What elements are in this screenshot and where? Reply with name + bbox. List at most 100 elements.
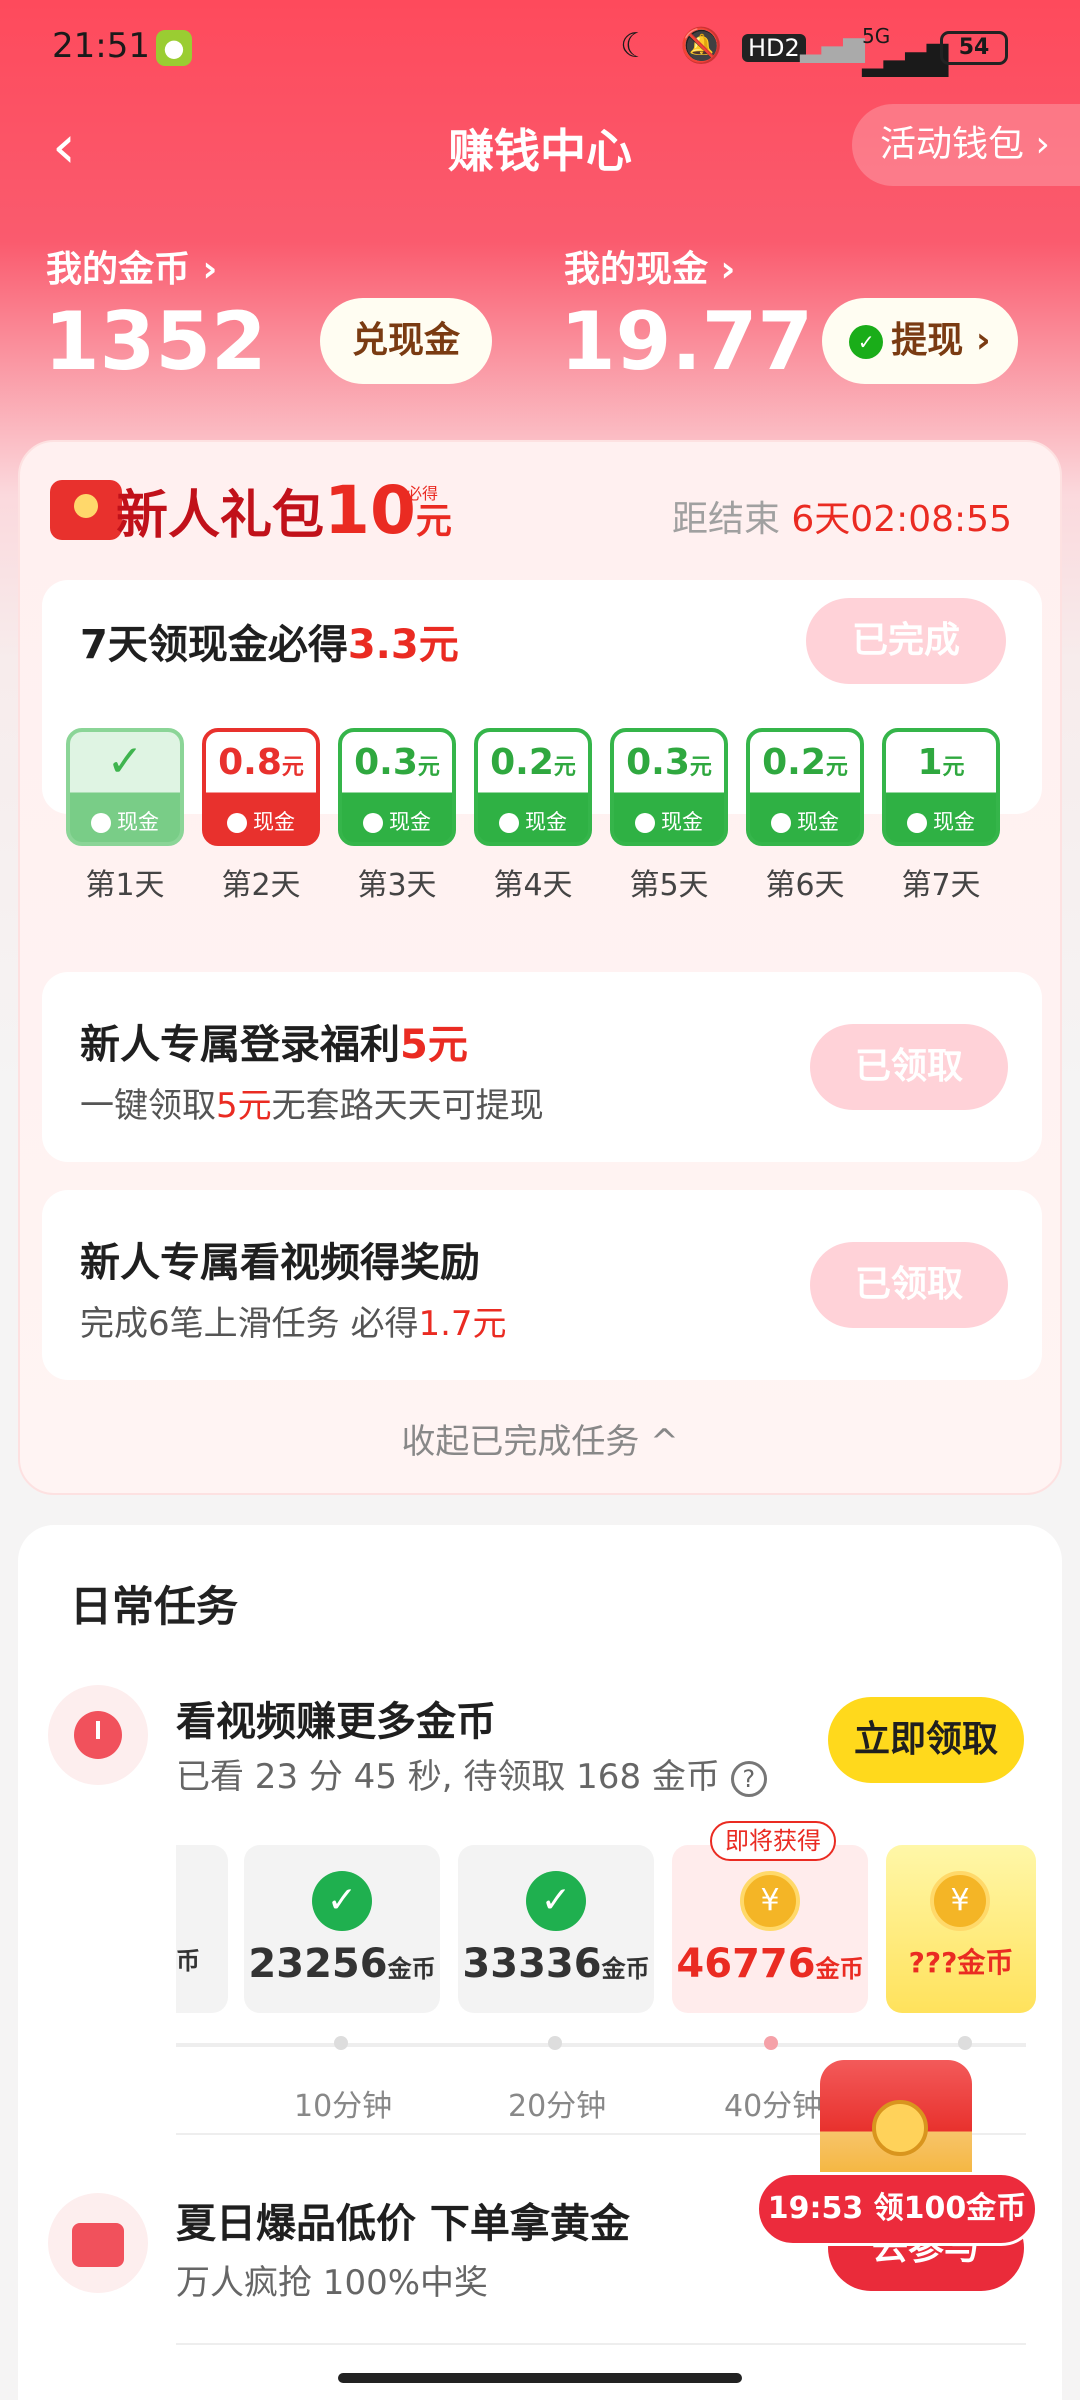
login-bonus-subtitle: 一键领取5元无套路天天可提现 xyxy=(80,1078,544,1127)
wallet-link-label: 活动钱包 xyxy=(880,124,1025,165)
daily-tasks-title: 日常任务 xyxy=(70,1582,239,1631)
gift-box-icon xyxy=(48,2193,148,2293)
timeline-label: 20分钟 xyxy=(508,2089,607,2124)
video-bonus-subtitle: 完成6笔上滑任务 必得1.7元 xyxy=(80,1296,507,1345)
video-task-title: 看视频赚更多金币 xyxy=(176,1699,496,1745)
day-amount: 0.8元 xyxy=(206,742,316,783)
battery-icon: 54 xyxy=(940,31,1008,65)
day-amount-unit: 元 xyxy=(689,755,712,780)
day-label: 第1天 xyxy=(85,868,165,903)
login-sub-suffix: 无套路天天可提现 xyxy=(271,1086,544,1126)
hd-icon: HD2 xyxy=(742,34,806,62)
day-amount-value: 0.3 xyxy=(626,742,690,783)
cash-tag-text: 现金 xyxy=(389,810,431,834)
day-label: 第5天 xyxy=(629,868,709,903)
day-5[interactable]: 0.3元现金第5天 xyxy=(610,728,728,904)
gift-title-prefix: 新人礼包 xyxy=(116,486,325,546)
withdraw-button[interactable]: ✓ 提现 › xyxy=(822,298,1018,384)
cash-tag: 现金 xyxy=(886,806,996,836)
reward-box-3[interactable]: 即将获得 ¥46776金币 xyxy=(672,1821,868,2013)
cash-tag-text: 现金 xyxy=(661,810,703,834)
login-bonus-amount: 5元 xyxy=(400,1022,468,1068)
daily-tasks-card: 日常任务 看视频赚更多金币 已看 23 分 45 秒, 待领取 168 金币 ?… xyxy=(18,1525,1062,2400)
reward-amount: ??? xyxy=(908,1946,958,1979)
timeline-dot xyxy=(764,2036,778,2050)
gift-title: 新人礼包10元 xyxy=(116,472,452,549)
timed-coin-reward-pill[interactable]: 19:53 领100金币 xyxy=(756,2172,1038,2246)
day-1[interactable]: ✓ 现金第1天 xyxy=(66,728,184,904)
video-task-subtitle-text: 已看 23 分 45 秒, 待领取 168 金币 xyxy=(176,1757,720,1797)
login-bonus-title-text: 新人专属登录福利 xyxy=(80,1022,400,1068)
video-bonus-title: 新人专属看视频得奖励 xyxy=(80,1240,480,1286)
video-sub-prefix: 完成6笔上滑任务 必得 xyxy=(80,1304,419,1344)
status-time: 21:51 xyxy=(52,26,150,66)
cash-tag: 现金 xyxy=(750,806,860,836)
help-icon[interactable]: ? xyxy=(730,1760,767,1797)
timeline-dot xyxy=(334,2036,348,2050)
check-circle-icon: ✓ xyxy=(312,1871,372,1931)
login-bonus-claimed-button[interactable]: 已领取 xyxy=(810,1024,1008,1110)
must-get-tag: 必得 xyxy=(406,484,439,503)
cash-tag: 现金 xyxy=(70,806,180,836)
activity-wallet-link[interactable]: 活动钱包 › xyxy=(852,104,1080,186)
video-bonus-card: 新人专属看视频得奖励 完成6笔上滑任务 必得1.7元 已领取 xyxy=(42,1190,1042,1380)
collapse-completed-tasks[interactable]: 收起已完成任务 ^ xyxy=(20,1414,1060,1463)
seven-day-title-text: 7天领现金必得 xyxy=(80,622,348,668)
reward-box-2: ✓ 33336金币 xyxy=(458,1845,654,2013)
login-sub-prefix: 一键领取 xyxy=(80,1086,216,1126)
day-amount-value: 0.3 xyxy=(354,742,418,783)
login-bonus-title: 新人专属登录福利5元 xyxy=(80,1012,468,1070)
reward-unit: 金币 xyxy=(387,1955,436,1983)
day-amount-unit: 元 xyxy=(281,755,304,780)
home-indicator[interactable] xyxy=(338,2373,742,2383)
countdown: 距结束 6天02:08:55 xyxy=(672,490,1012,542)
treasure-chest-icon[interactable] xyxy=(820,2060,972,2190)
day-6[interactable]: 0.2元 现金 第6天 xyxy=(746,728,864,904)
day-2[interactable]: 0.8元 现金 第2天 xyxy=(202,728,320,904)
day-7[interactable]: 1元 现金 第7天 xyxy=(882,728,1000,904)
timeline-dot xyxy=(958,2036,972,2050)
divider xyxy=(176,2343,1026,2345)
my-coins-label[interactable]: 我的金币 › xyxy=(46,240,217,292)
cash-tag: 现金 xyxy=(614,806,724,836)
cash-value: 19.77 xyxy=(560,295,814,388)
video-sub-amount: 1.7元 xyxy=(418,1304,507,1344)
day-amount-value: 0.2 xyxy=(762,742,826,783)
cash-tag-text: 现金 xyxy=(253,810,295,834)
reward-box-mystery[interactable]: ¥ ???金币 xyxy=(886,1845,1036,2013)
reward-value: ???金币 xyxy=(886,1941,1036,1981)
reward-partial-unit: 币 xyxy=(176,1947,200,1975)
check-icon: ✓ xyxy=(106,736,144,787)
signal-icon: ▂▄▆█ xyxy=(862,44,949,77)
cash-tag-text: 现金 xyxy=(797,810,839,834)
seven-day-completed-button[interactable]: 已完成 xyxy=(806,598,1006,684)
reward-value: 46776金币 xyxy=(672,1941,868,1987)
seven-day-card: 7天领现金必得3.3元 已完成 ✓ 现金 第1天 0.8元 现金 第2天 0.3元 现金第… xyxy=(42,580,1042,903)
cash-tag-text: 现金 xyxy=(933,810,975,834)
seven-day-title-amount: 3.3元 xyxy=(347,622,459,668)
timeline-label: 10分钟 xyxy=(294,2089,393,2124)
day-amount-value: 1 xyxy=(917,742,943,783)
exchange-cash-button[interactable]: 兑现金 xyxy=(320,298,492,384)
seven-day-title: 7天领现金必得3.3元 xyxy=(80,612,459,670)
signal-weak-icon: ▂▄▆ xyxy=(800,30,865,63)
day-4[interactable]: 0.2元 现金 第4天 xyxy=(474,728,592,904)
video-bonus-claimed-button[interactable]: 已领取 xyxy=(810,1242,1008,1328)
day-amount: 0.2元 xyxy=(478,742,588,783)
moon-icon: ☾ xyxy=(620,26,651,66)
day-amount-unit: 元 xyxy=(417,755,440,780)
gift-unit: 元 xyxy=(415,501,452,542)
coming-soon-tag: 即将获得 xyxy=(710,1821,836,1861)
claim-now-button[interactable]: 立即领取 xyxy=(828,1697,1024,1783)
day-amount-value: 0.2 xyxy=(490,742,554,783)
reward-box-1: ✓ 23256金币 xyxy=(244,1845,440,2013)
red-envelope-icon xyxy=(50,480,122,540)
reward-amount: 46776 xyxy=(676,1941,816,1987)
bell-mute-icon: 🔕 xyxy=(680,26,723,66)
my-cash-label[interactable]: 我的现金 › xyxy=(564,240,735,292)
reward-value: 33336金币 xyxy=(458,1941,654,1987)
withdraw-label: 提现 xyxy=(891,320,964,361)
app-notification-icon: ● xyxy=(156,30,192,66)
coin-icon: ¥ xyxy=(740,1871,800,1931)
day-3[interactable]: 0.3元 现金 第3天 xyxy=(338,728,456,904)
